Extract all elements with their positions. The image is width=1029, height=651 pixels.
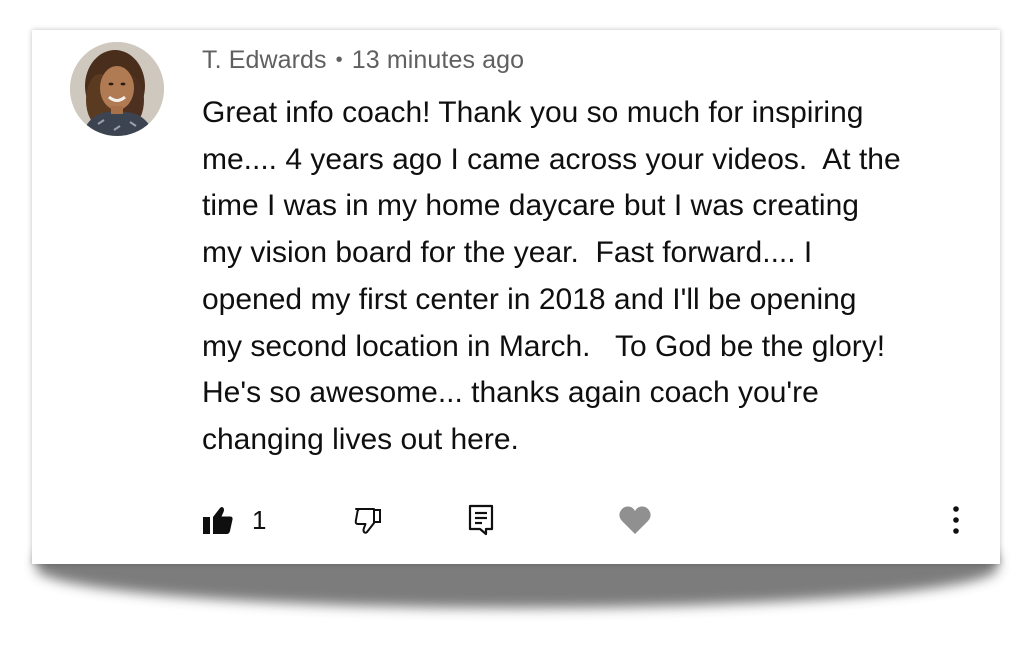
comment-card: T. Edwards • 13 minutes ago Great info coa… <box>32 30 1000 564</box>
thumb-down-outline-icon <box>354 508 381 534</box>
comment-meta: T. Edwards • 13 minutes ago <box>202 46 524 75</box>
comment-line: time I was in my home daycare but I was … <box>202 189 859 223</box>
comment-action-bar: 1 <box>32 496 1000 544</box>
like-count: 1 <box>252 504 267 535</box>
comment-line: my second location in March. To God be t… <box>202 329 886 363</box>
comment-line: me.... 4 years ago I came across your vi… <box>202 142 901 176</box>
timestamp[interactable]: 13 minutes ago <box>352 46 524 74</box>
heart-icon <box>619 506 651 534</box>
dislike-button[interactable] <box>353 502 383 538</box>
comment-line: my vision board for the year. Fast forwa… <box>202 236 813 270</box>
avatar[interactable] <box>70 42 164 136</box>
avatar-image <box>70 42 164 136</box>
reply-button[interactable] <box>468 502 494 538</box>
more-options-button[interactable] <box>946 502 966 538</box>
comment-line: He's so awesome... thanks again coach yo… <box>202 376 819 410</box>
comment-line: changing lives out here. <box>202 422 519 456</box>
reply-comment-icon <box>468 504 494 536</box>
more-vertical-icon <box>953 506 959 534</box>
comment-line: Great info coach! Thank you so much for … <box>202 96 864 129</box>
comment-line: opened my first center in 2018 and I'll … <box>202 282 857 316</box>
author-name[interactable]: T. Edwards <box>202 46 327 74</box>
like-button[interactable]: 1 <box>202 502 266 538</box>
heart-button[interactable] <box>618 502 652 538</box>
meta-separator: • <box>335 49 343 71</box>
comment-text: Great info coach! Thank you so much for … <box>202 90 992 464</box>
thumb-up-filled-icon <box>203 507 233 534</box>
